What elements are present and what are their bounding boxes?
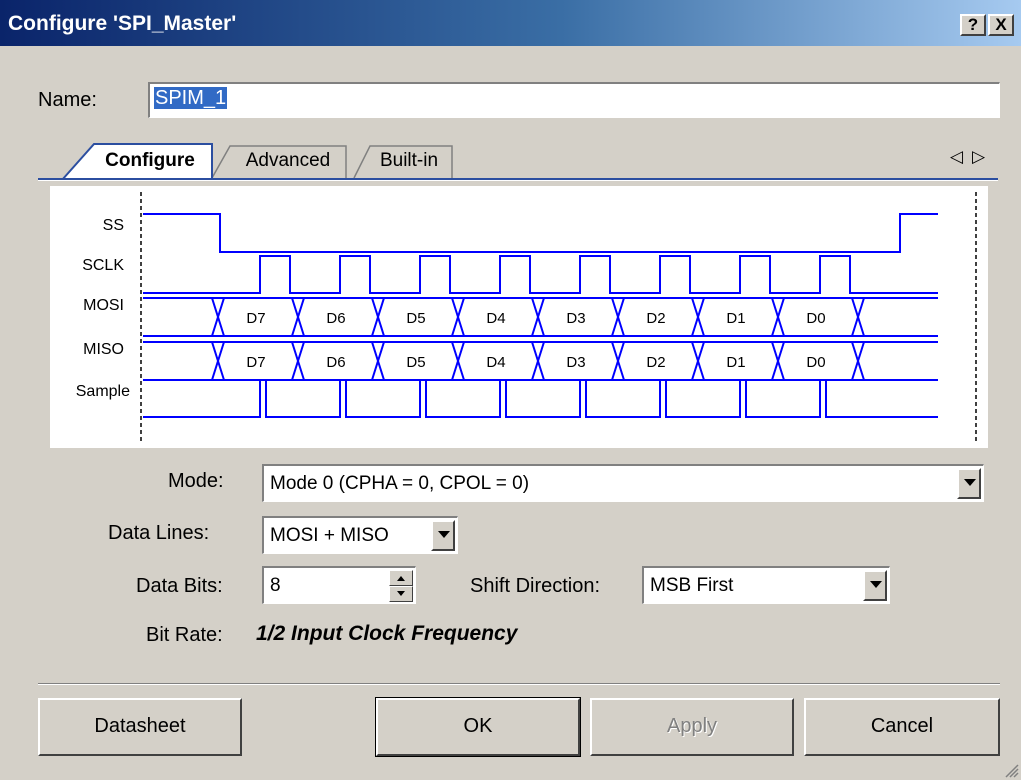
shift-direction-dropdown-arrow-icon[interactable] [863, 570, 887, 601]
apply-button[interactable]: Apply [590, 698, 794, 756]
apply-button-label: Apply [666, 715, 718, 737]
mosi-bit-d4: D4 [486, 310, 505, 327]
miso-bit-d2: D2 [646, 354, 665, 371]
datasheet-button-label: Datasheet [94, 715, 186, 737]
shift-direction-dropdown[interactable]: MSB First [642, 566, 890, 604]
bit-rate-value: 1/2 Input Clock Frequency [256, 622, 518, 645]
tab-prev-icon[interactable]: ◁ [950, 147, 963, 167]
data-bits-up-icon[interactable] [389, 570, 413, 586]
miso-bit-d0: D0 [806, 354, 825, 371]
tab-strip-highlight [38, 180, 998, 181]
ok-button[interactable]: OK [375, 697, 581, 757]
tab-next-icon[interactable]: ▷ [972, 147, 985, 167]
miso-bit-d4: D4 [486, 354, 505, 371]
tab-built-in[interactable]: Built-in [368, 144, 450, 178]
mosi-bit-d7: D7 [246, 310, 265, 327]
mode-dropdown[interactable]: Mode 0 (CPHA = 0, CPOL = 0) [262, 464, 984, 502]
signal-label-sample: Sample [76, 383, 130, 400]
mosi-bit-d3: D3 [566, 310, 585, 327]
sclk-waveform [143, 255, 938, 294]
cancel-button[interactable]: Cancel [804, 698, 1000, 756]
tab-configure[interactable]: Configure [90, 144, 210, 178]
data-lines-dropdown-arrow-icon[interactable] [431, 520, 455, 551]
mosi-bit-d6: D6 [326, 310, 345, 327]
miso-bit-d7: D7 [246, 354, 265, 371]
cancel-button-label: Cancel [870, 715, 934, 737]
miso-bit-d5: D5 [406, 354, 425, 371]
miso-bit-d1: D1 [726, 354, 745, 371]
resize-grip-icon[interactable] [1003, 762, 1019, 778]
data-lines-label: Data Lines: [108, 522, 210, 544]
mosi-bit-d2: D2 [646, 310, 665, 327]
signal-label-miso: MISO [83, 341, 124, 358]
mosi-bit-d1: D1 [726, 310, 745, 327]
miso-bit-d6: D6 [326, 354, 345, 371]
separator-highlight [38, 684, 1000, 685]
data-bits-label: Data Bits: [136, 575, 223, 597]
mosi-bit-d0: D0 [806, 310, 825, 327]
bit-rate-label: Bit Rate: [146, 624, 223, 646]
shift-direction-value: MSB First [650, 575, 734, 596]
tab-advanced[interactable]: Advanced [232, 144, 344, 178]
data-lines-dropdown[interactable]: MOSI + MISO [262, 516, 458, 554]
data-bits-down-icon[interactable] [389, 586, 413, 602]
ss-waveform [143, 213, 938, 253]
mode-dropdown-arrow-icon[interactable] [957, 468, 981, 499]
signal-label-mosi: MOSI [83, 297, 124, 314]
timing-waveforms: SS SCLK MOSI MISO Sample D7 D6 D5 D4 D3 D2 D1 D0 D7 D6… [76, 192, 977, 442]
shift-direction-label: Shift Direction: [470, 575, 601, 597]
mosi-bit-d5: D5 [406, 310, 425, 327]
ok-button-label: OK [463, 715, 493, 737]
sample-waveform [143, 379, 938, 418]
data-lines-value: MOSI + MISO [270, 525, 389, 546]
timing-diagram: SS SCLK MOSI MISO Sample D7 D6 D5 D4 D3 D2 D1 D0 D7 D6… [50, 186, 988, 448]
mode-value: Mode 0 (CPHA = 0, CPOL = 0) [270, 473, 530, 494]
datasheet-button[interactable]: Datasheet [38, 698, 242, 756]
signal-label-sclk: SCLK [82, 257, 124, 274]
data-bits-stepper[interactable]: 8 [262, 566, 416, 604]
data-bits-value: 8 [270, 575, 281, 596]
mode-label: Mode: [168, 470, 224, 492]
signal-label-ss: SS [103, 217, 124, 234]
miso-bit-d3: D3 [566, 354, 585, 371]
